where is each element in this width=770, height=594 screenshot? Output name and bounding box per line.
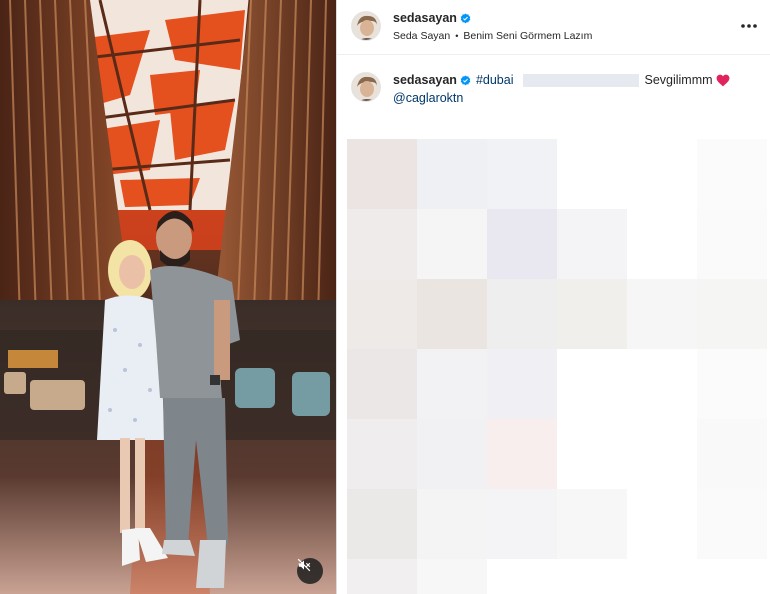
post-details-panel: sedasayan Seda Sayan • Benim Seni Görmem… — [337, 0, 770, 594]
caption-mention[interactable]: @caglaroktn — [393, 91, 463, 105]
audio-separator: • — [455, 31, 459, 41]
caption-username[interactable]: sedasayan — [393, 73, 457, 87]
redacted-text-block — [523, 73, 640, 87]
post-media[interactable] — [0, 0, 336, 594]
caption-hashtag[interactable]: #dubai — [476, 73, 514, 87]
verified-badge-icon — [460, 74, 471, 85]
caption-text: Sevgilimmm — [644, 73, 713, 87]
avatar-image — [352, 12, 380, 40]
verified-badge-icon — [460, 12, 471, 23]
red-heart-icon — [716, 74, 729, 86]
audio-attribution[interactable]: Seda Sayan • Benim Seni Görmem Lazım — [393, 30, 592, 42]
audio-song: Benim Seni Görmem Lazım — [463, 30, 593, 42]
caption-line: sedasayan #dubai Sevgilimmm — [393, 73, 730, 87]
mute-button[interactable] — [297, 558, 323, 584]
more-options-icon[interactable] — [739, 17, 759, 35]
caption-avatar[interactable] — [351, 72, 381, 102]
post-photo — [0, 0, 336, 594]
author-username[interactable]: sedasayan — [393, 11, 457, 25]
speaker-muted-icon — [297, 558, 311, 572]
post-header: sedasayan Seda Sayan • Benim Seni Görmem… — [337, 0, 770, 55]
author-avatar[interactable] — [351, 11, 381, 41]
audio-artist: Seda Sayan — [393, 30, 451, 42]
avatar-image — [352, 73, 380, 101]
blurred-comments-area — [347, 139, 770, 594]
author-name-row: sedasayan — [393, 11, 471, 25]
